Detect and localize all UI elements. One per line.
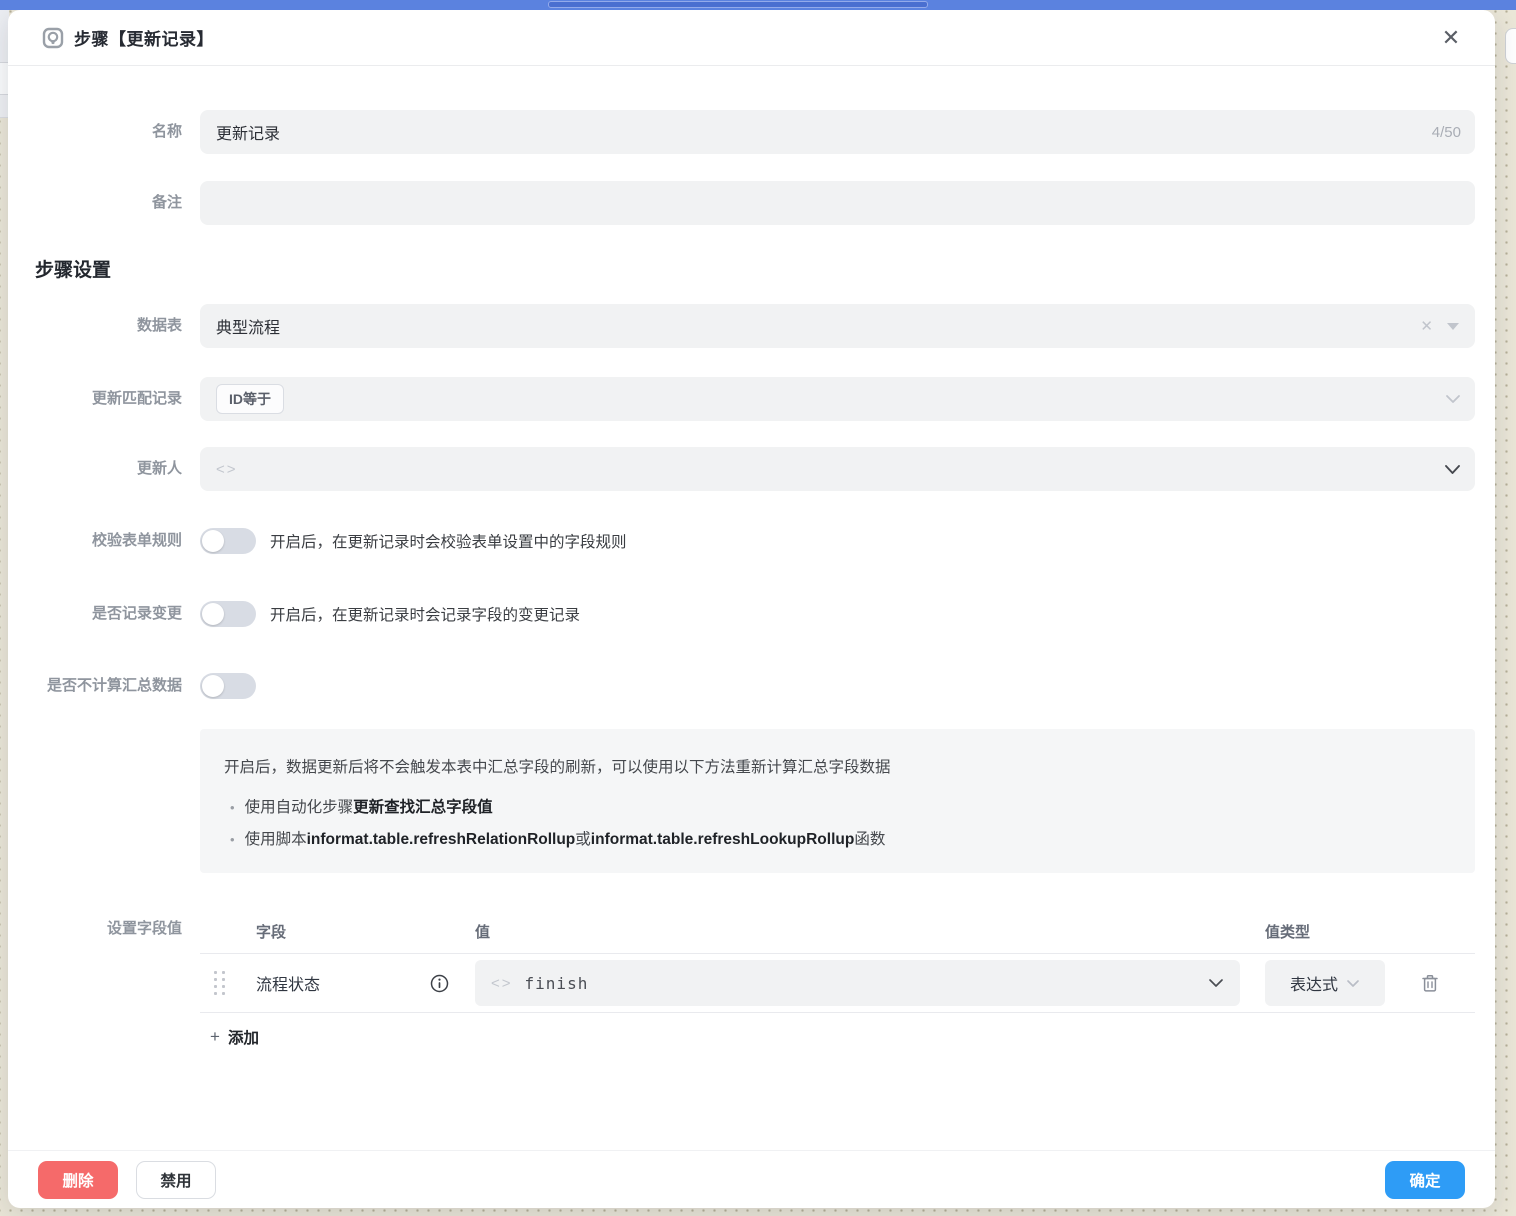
remark-input[interactable] [200,181,1475,225]
record-change-hint: 开启后，在更新记录时会记录字段的变更记录 [270,603,580,625]
skip-rollup-toggle[interactable] [200,673,256,699]
step-record-icon [42,27,64,49]
section-title-step-settings: 步骤设置 [35,255,1495,282]
top-browser-strip [0,0,1516,10]
caret-down-icon[interactable] [1447,323,1459,330]
rollup-note-bullet-1: • 使用自动化步骤更新查找汇总字段值 [224,795,1451,817]
dialog-footer: 删除 禁用 确定 [8,1150,1495,1208]
rollup-note-bullet-2: • 使用脚本informat.table.refreshRelationRoll… [224,827,1451,849]
updater-select[interactable]: <> [200,447,1475,491]
underlying-control-right-edge [1505,28,1516,64]
name-label: 名称 [8,122,200,142]
rollup-note-intro: 开启后，数据更新后将不会触发本表中汇总字段的刷新，可以使用以下方法重新计算汇总字… [224,755,1451,777]
rollup-note-box: 开启后，数据更新后将不会触发本表中汇总字段的刷新，可以使用以下方法重新计算汇总字… [200,729,1475,873]
row-field-name: 流程状态 [240,971,430,995]
chevron-down-icon [1346,979,1360,988]
automation-canvas-background: 步骤【更新记录】 ✕ 名称 更新记录 4/50 备注 步骤设置 [0,0,1516,1216]
drag-handle-icon[interactable] [214,971,226,996]
name-value: 更新记录 [216,120,280,144]
column-header-value-type: 值类型 [1265,921,1385,942]
set-field-values-label: 设置字段值 [8,909,200,939]
validate-form-toggle[interactable] [200,528,256,554]
match-record-select[interactable]: ID等于 [200,377,1475,421]
chevron-down-icon[interactable] [1208,978,1224,988]
expression-placeholder-icon: <> [216,461,238,478]
dialog-title: 步骤【更新记录】 [74,25,214,50]
chevron-down-icon[interactable] [1445,394,1461,404]
remark-label: 备注 [8,193,200,213]
updater-label: 更新人 [8,459,200,479]
delete-button[interactable]: 删除 [38,1161,118,1199]
top-strip-slot [548,1,928,8]
plus-icon: + [210,1027,220,1047]
column-header-field: 字段 [240,921,430,942]
data-table-select[interactable]: 典型流程 ✕ [200,304,1475,348]
disable-button[interactable]: 禁用 [136,1161,216,1199]
record-change-label: 是否记录变更 [8,604,200,624]
set-field-values-table: 字段 值 值类型 流程状态 [200,909,1475,1061]
info-icon[interactable] [430,974,449,993]
match-record-label: 更新匹配记录 [8,389,200,409]
add-field-button[interactable]: + 添加 [200,1013,1475,1061]
confirm-button[interactable]: 确定 [1385,1161,1465,1199]
table-row: 流程状态 <> finish [200,954,1475,1012]
validate-form-label: 校验表单规则 [8,531,200,551]
column-header-value: 值 [475,921,1240,942]
trash-icon[interactable] [1421,974,1439,993]
record-change-toggle[interactable] [200,601,256,627]
skip-rollup-label: 是否不计算汇总数据 [8,676,200,696]
dialog-header: 步骤【更新记录】 ✕ [8,10,1495,66]
row-value-text: finish [525,974,589,993]
table-header-row: 字段 值 值类型 [200,909,1475,953]
chevron-down-icon[interactable] [1444,464,1461,475]
row-value-input[interactable]: <> finish [475,960,1240,1006]
data-table-value: 典型流程 [216,314,280,338]
data-table-label: 数据表 [8,316,200,336]
match-rule-tag[interactable]: ID等于 [216,384,284,414]
clear-icon[interactable]: ✕ [1414,317,1439,335]
name-char-counter: 4/50 [1432,124,1461,141]
name-input[interactable]: 更新记录 4/50 [200,110,1475,154]
row-value-type-select[interactable]: 表达式 [1265,960,1385,1006]
expression-placeholder-icon: <> [491,975,513,992]
value-type-text: 表达式 [1290,971,1338,995]
step-config-dialog: 步骤【更新记录】 ✕ 名称 更新记录 4/50 备注 步骤设置 [8,10,1495,1208]
validate-form-hint: 开启后，在更新记录时会校验表单设置中的字段规则 [270,530,627,552]
dialog-body: 名称 更新记录 4/50 备注 步骤设置 数据表 典型流程 [8,66,1495,1150]
close-icon[interactable]: ✕ [1437,24,1465,52]
